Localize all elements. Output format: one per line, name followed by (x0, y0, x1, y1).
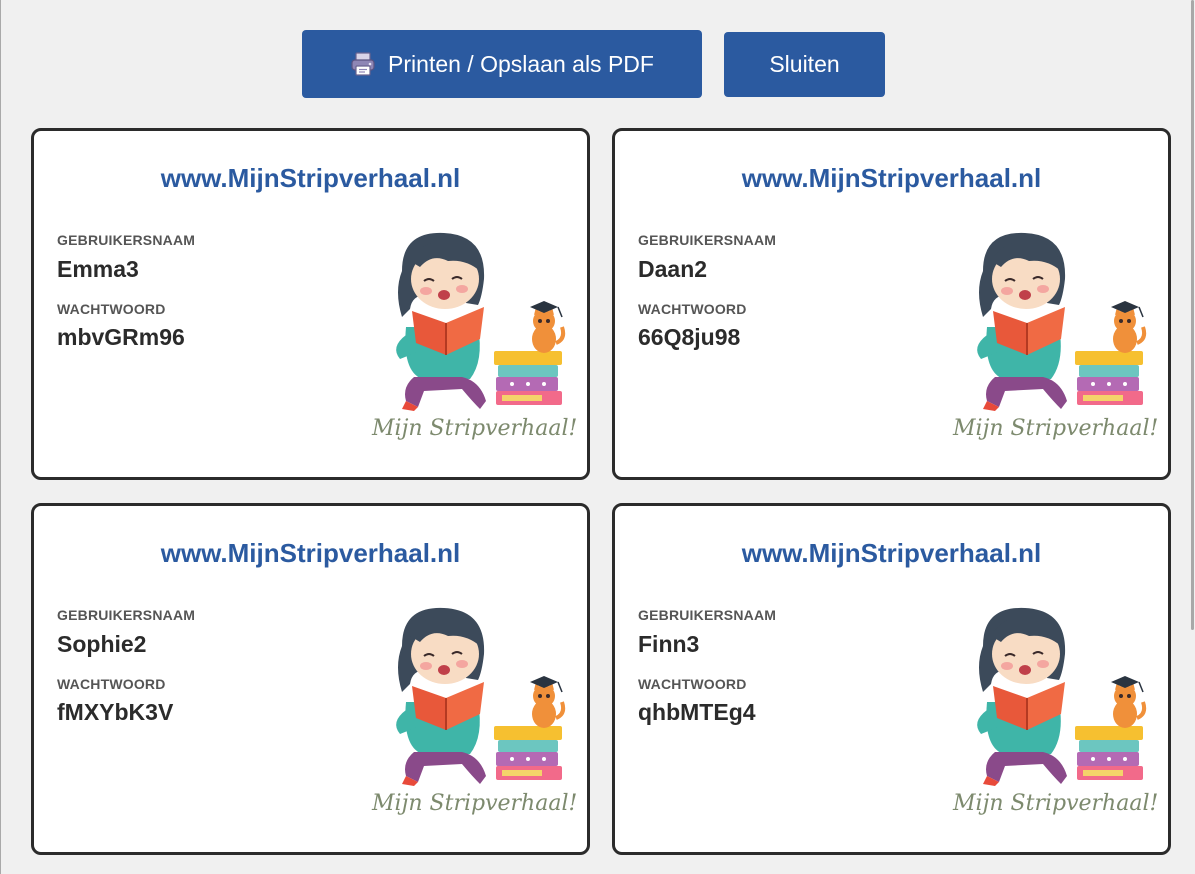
password-value: 66Q8ju98 (638, 324, 741, 350)
password-value: fMXYbK3V (57, 699, 174, 725)
site-url: www.MijnStripverhaal.nl (160, 538, 461, 568)
username-value: Finn3 (638, 631, 700, 657)
credential-card: www.MijnStripverhaal.nl GEBRUIKERSNAAM S… (31, 503, 590, 855)
close-button-label: Sluiten (769, 51, 840, 77)
username-value: Emma3 (57, 256, 139, 282)
username-label: GEBRUIKERSNAAM (57, 232, 196, 248)
girl-reading-illustration (977, 232, 1147, 411)
password-label: WACHTWOORD (57, 301, 166, 317)
scrollbar[interactable] (1189, 0, 1195, 874)
site-url: www.MijnStripverhaal.nl (741, 538, 1042, 568)
toolbar: Printen / Opslaan als PDF Sluiten (302, 30, 885, 98)
site-url: www.MijnStripverhaal.nl (741, 163, 1042, 193)
site-url: www.MijnStripverhaal.nl (160, 163, 461, 193)
print-button-label: Printen / Opslaan als PDF (388, 50, 654, 77)
credential-cards-grid: www.MijnStripverhaal.nl GEBRUIKERSNAAM E… (31, 128, 1171, 855)
username-label: GEBRUIKERSNAAM (57, 607, 196, 623)
password-value: mbvGRm96 (57, 324, 185, 350)
credential-card: www.MijnStripverhaal.nl GEBRUIKERSNAAM F… (612, 503, 1171, 855)
girl-reading-illustration (396, 232, 566, 411)
print-button[interactable]: Printen / Opslaan als PDF (302, 30, 702, 98)
girl-reading-illustration (977, 607, 1147, 786)
logo-wordmark: Mijn Stripverhaal! (372, 791, 578, 816)
password-label: WACHTWOORD (57, 676, 166, 692)
password-value: qhbMTEg4 (638, 699, 756, 725)
logo-wordmark: Mijn Stripverhaal! (953, 791, 1159, 816)
logo-wordmark: Mijn Stripverhaal! (372, 416, 578, 441)
username-value: Sophie2 (57, 631, 147, 657)
close-button[interactable]: Sluiten (724, 32, 885, 97)
credential-card: www.MijnStripverhaal.nl GEBRUIKERSNAAM E… (31, 128, 590, 480)
credential-card: www.MijnStripverhaal.nl GEBRUIKERSNAAM D… (612, 128, 1171, 480)
logo-wordmark: Mijn Stripverhaal! (953, 416, 1159, 441)
password-label: WACHTWOORD (638, 676, 747, 692)
username-label: GEBRUIKERSNAAM (638, 607, 777, 623)
username-value: Daan2 (638, 256, 708, 282)
girl-reading-illustration (396, 607, 566, 786)
scrollbar-thumb[interactable] (1191, 0, 1194, 630)
printer-icon (350, 52, 376, 76)
password-label: WACHTWOORD (638, 301, 747, 317)
username-label: GEBRUIKERSNAAM (638, 232, 777, 248)
window-left-border (0, 0, 1, 874)
